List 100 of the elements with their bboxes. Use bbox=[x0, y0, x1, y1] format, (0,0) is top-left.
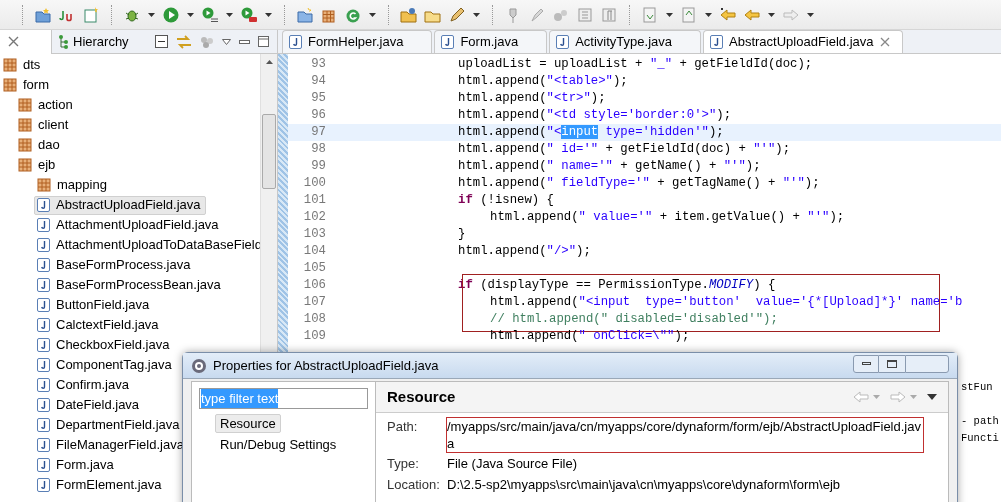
property-label: Location: bbox=[387, 475, 441, 494]
tree-item[interactable]: dts bbox=[0, 55, 46, 75]
tree-item[interactable]: FormElement.java bbox=[34, 475, 167, 495]
tree-item[interactable]: CheckboxField.java bbox=[34, 335, 175, 355]
tree-item[interactable]: DateField.java bbox=[34, 395, 145, 415]
link-icon[interactable] bbox=[175, 34, 192, 49]
dialog-title: Properties for AbstractUploadField.java bbox=[213, 356, 439, 375]
editor-tab[interactable]: AbstractUploadField.java bbox=[703, 30, 903, 53]
package-icon bbox=[18, 158, 32, 172]
close-icon[interactable] bbox=[8, 36, 19, 47]
tree-item[interactable]: BaseFormProcessBean.java bbox=[34, 275, 226, 295]
next-annotation-icon[interactable] bbox=[641, 5, 659, 24]
code-token: " id='" bbox=[546, 142, 599, 157]
open-folder-icon[interactable] bbox=[400, 5, 418, 24]
dropdown-caret-icon[interactable] bbox=[187, 12, 194, 17]
java-file-icon bbox=[37, 338, 50, 352]
line-number: 106 bbox=[302, 277, 327, 295]
package-icon bbox=[3, 78, 17, 92]
editor-tab[interactable]: FormHelper.java bbox=[282, 30, 433, 53]
code-token: ); bbox=[829, 210, 845, 225]
code-token: "_" bbox=[649, 57, 672, 72]
java-file-icon bbox=[37, 238, 50, 252]
last-edit-icon[interactable] bbox=[719, 5, 737, 24]
tree-item[interactable]: AbstractUploadField.java bbox=[34, 195, 206, 215]
new-package-icon[interactable] bbox=[296, 5, 314, 24]
code-token: (displayType == PermissionType. bbox=[479, 278, 709, 293]
code-token: ); bbox=[716, 108, 732, 123]
tree-item[interactable]: ejb bbox=[15, 155, 61, 175]
maximize-icon[interactable] bbox=[257, 36, 269, 47]
code-token: html.append( bbox=[458, 244, 547, 259]
view-tab[interactable] bbox=[0, 29, 52, 54]
dropdown-caret-icon[interactable] bbox=[473, 12, 480, 17]
java-file-icon bbox=[37, 418, 50, 432]
java-file-icon bbox=[37, 398, 50, 412]
tree-item[interactable]: AttachmentUploadField.java bbox=[34, 215, 224, 235]
property-value: File (Java Source File) bbox=[446, 455, 579, 473]
code-token: "<td style='border:0'>" bbox=[546, 108, 717, 123]
tree-item[interactable]: FileManagerField.java bbox=[34, 435, 189, 455]
minimize-button[interactable] bbox=[853, 354, 879, 373]
code-token: ); bbox=[576, 244, 591, 259]
java-file-icon bbox=[556, 35, 570, 49]
previous-annotation-icon[interactable] bbox=[680, 5, 698, 24]
dropdown-caret-icon[interactable] bbox=[226, 12, 233, 17]
line-number: 99 bbox=[310, 158, 327, 176]
editor-tab[interactable]: Form.java bbox=[434, 30, 548, 53]
code-token: } bbox=[458, 227, 466, 242]
tree-item[interactable]: ButtonField.java bbox=[34, 295, 155, 315]
package-icon bbox=[37, 178, 51, 192]
tree-item[interactable]: BaseFormProcess.java bbox=[34, 255, 196, 275]
line-number: 105 bbox=[302, 260, 327, 278]
code-token: input bbox=[561, 125, 599, 140]
code-token: Functi bbox=[961, 430, 999, 446]
code-token: "<table>" bbox=[546, 74, 613, 89]
editor-tab[interactable]: ActivityType.java bbox=[549, 30, 701, 53]
code-token: html.append( bbox=[458, 142, 547, 157]
tree-item[interactable]: mapping bbox=[34, 175, 112, 195]
code-token: ); bbox=[674, 329, 690, 344]
external-tool-icon[interactable] bbox=[240, 5, 258, 24]
code-token: + getFieldId(doc); bbox=[678, 57, 813, 72]
tree-item[interactable]: Confirm.java bbox=[34, 375, 134, 395]
tree-item[interactable]: ComponentTag.java bbox=[34, 355, 177, 375]
dropdown-caret-icon[interactable] bbox=[369, 12, 376, 17]
code-token: + item.getValue() + bbox=[658, 210, 801, 225]
dropdown-caret-icon[interactable] bbox=[666, 12, 673, 17]
nav-item[interactable]: Run/Debug Settings bbox=[215, 435, 342, 454]
code-token: stFun bbox=[961, 379, 993, 395]
code-token: html.append( bbox=[490, 295, 579, 310]
code-token: " onClick=\"" bbox=[578, 329, 675, 344]
line-number: 93 bbox=[310, 56, 327, 74]
code-token: " value='" bbox=[578, 210, 653, 225]
tree-item[interactable]: dao bbox=[15, 135, 65, 155]
run-config-icon[interactable] bbox=[201, 5, 219, 24]
dropdown-caret-icon[interactable] bbox=[148, 12, 155, 17]
maximize-button[interactable] bbox=[879, 354, 905, 373]
tree-item[interactable]: Form.java bbox=[34, 455, 119, 475]
scroll-up-icon[interactable] bbox=[265, 60, 273, 64]
java-file-icon bbox=[37, 478, 50, 492]
dropdown-caret-icon[interactable] bbox=[265, 12, 272, 17]
scroll-thumb[interactable] bbox=[262, 114, 276, 189]
tree-item[interactable]: CalctextField.java bbox=[34, 315, 164, 335]
new-file-icon[interactable] bbox=[82, 5, 100, 24]
dropdown-caret-icon[interactable] bbox=[807, 12, 814, 17]
collapse-all-icon[interactable] bbox=[154, 35, 168, 48]
package-icon bbox=[18, 138, 32, 152]
tree-item[interactable]: client bbox=[15, 115, 74, 135]
play-icon[interactable] bbox=[162, 5, 180, 24]
java-file-icon bbox=[37, 258, 50, 272]
tree-item[interactable]: action bbox=[15, 95, 78, 115]
dropdown-caret-icon[interactable] bbox=[705, 12, 712, 17]
line-number: 104 bbox=[302, 243, 327, 261]
view-menu-icon[interactable] bbox=[221, 38, 231, 45]
nav-item[interactable]: Resource bbox=[215, 414, 281, 433]
line-number: 100 bbox=[302, 175, 327, 193]
minimize-icon[interactable] bbox=[238, 39, 250, 44]
dropdown-caret-icon[interactable] bbox=[768, 12, 775, 17]
tree-item[interactable]: form bbox=[0, 75, 54, 95]
tree-item[interactable]: DepartmentField.java bbox=[34, 415, 185, 435]
menu-icon[interactable] bbox=[927, 394, 937, 400]
close-icon[interactable] bbox=[879, 37, 890, 47]
pen-icon[interactable] bbox=[448, 5, 466, 24]
